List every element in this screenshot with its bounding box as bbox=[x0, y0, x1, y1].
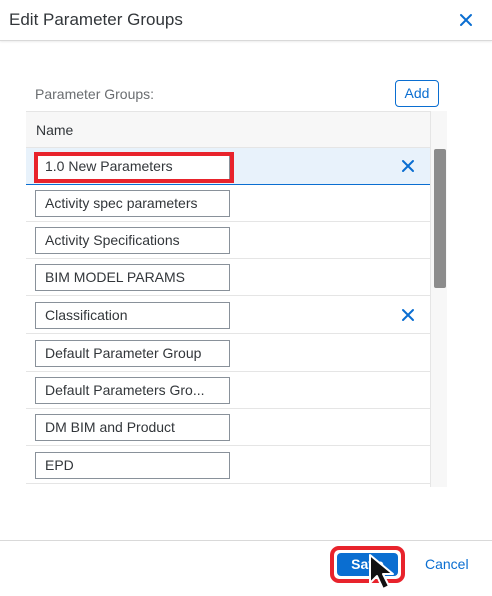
table-row[interactable]: EPD bbox=[26, 447, 430, 484]
add-button[interactable]: Add bbox=[395, 80, 439, 107]
group-name-field[interactable]: EPD bbox=[35, 452, 230, 479]
group-name-field[interactable]: Default Parameter Group bbox=[35, 340, 230, 367]
table-row[interactable]: Default Parameter Group bbox=[26, 335, 430, 372]
column-header-label: Name bbox=[36, 122, 74, 138]
dialog-header: Edit Parameter Groups bbox=[0, 0, 492, 41]
group-name-field[interactable]: BIM MODEL PARAMS bbox=[35, 264, 230, 291]
delete-x-icon[interactable] bbox=[400, 158, 416, 174]
dialog-footer: Save Cancel bbox=[0, 540, 492, 591]
group-name-field[interactable]: Default Parameters Gro... bbox=[35, 377, 230, 404]
dialog-title: Edit Parameter Groups bbox=[9, 10, 183, 29]
scrollbar-thumb[interactable] bbox=[434, 149, 446, 288]
table-row[interactable]: Classification bbox=[26, 297, 430, 334]
table-row[interactable]: BIM MODEL PARAMS bbox=[26, 259, 430, 296]
group-name-field[interactable]: Activity Specifications bbox=[35, 227, 230, 254]
table-row[interactable]: DM BIM and Product bbox=[26, 409, 430, 446]
vertical-scrollbar[interactable] bbox=[430, 111, 447, 487]
group-name-field[interactable]: Classification bbox=[35, 302, 230, 329]
table-row[interactable]: Activity Specifications bbox=[26, 222, 430, 259]
table-row[interactable]: Activity spec parameters bbox=[26, 185, 430, 222]
close-icon[interactable] bbox=[456, 10, 476, 30]
group-name-field[interactable]: DM BIM and Product bbox=[35, 414, 230, 441]
highlight-annotation bbox=[34, 152, 234, 183]
table-row[interactable]: Default Parameters Gro... bbox=[26, 372, 430, 409]
group-name-field[interactable]: Activity spec parameters bbox=[35, 190, 230, 217]
mouse-pointer-icon bbox=[368, 553, 402, 591]
delete-x-icon[interactable] bbox=[400, 307, 416, 323]
cancel-button[interactable]: Cancel bbox=[425, 556, 469, 572]
column-header-name: Name bbox=[26, 111, 430, 148]
edit-parameter-groups-dialog: Edit Parameter Groups Parameter Groups: … bbox=[0, 0, 492, 590]
parameter-groups-label: Parameter Groups: bbox=[35, 86, 155, 102]
